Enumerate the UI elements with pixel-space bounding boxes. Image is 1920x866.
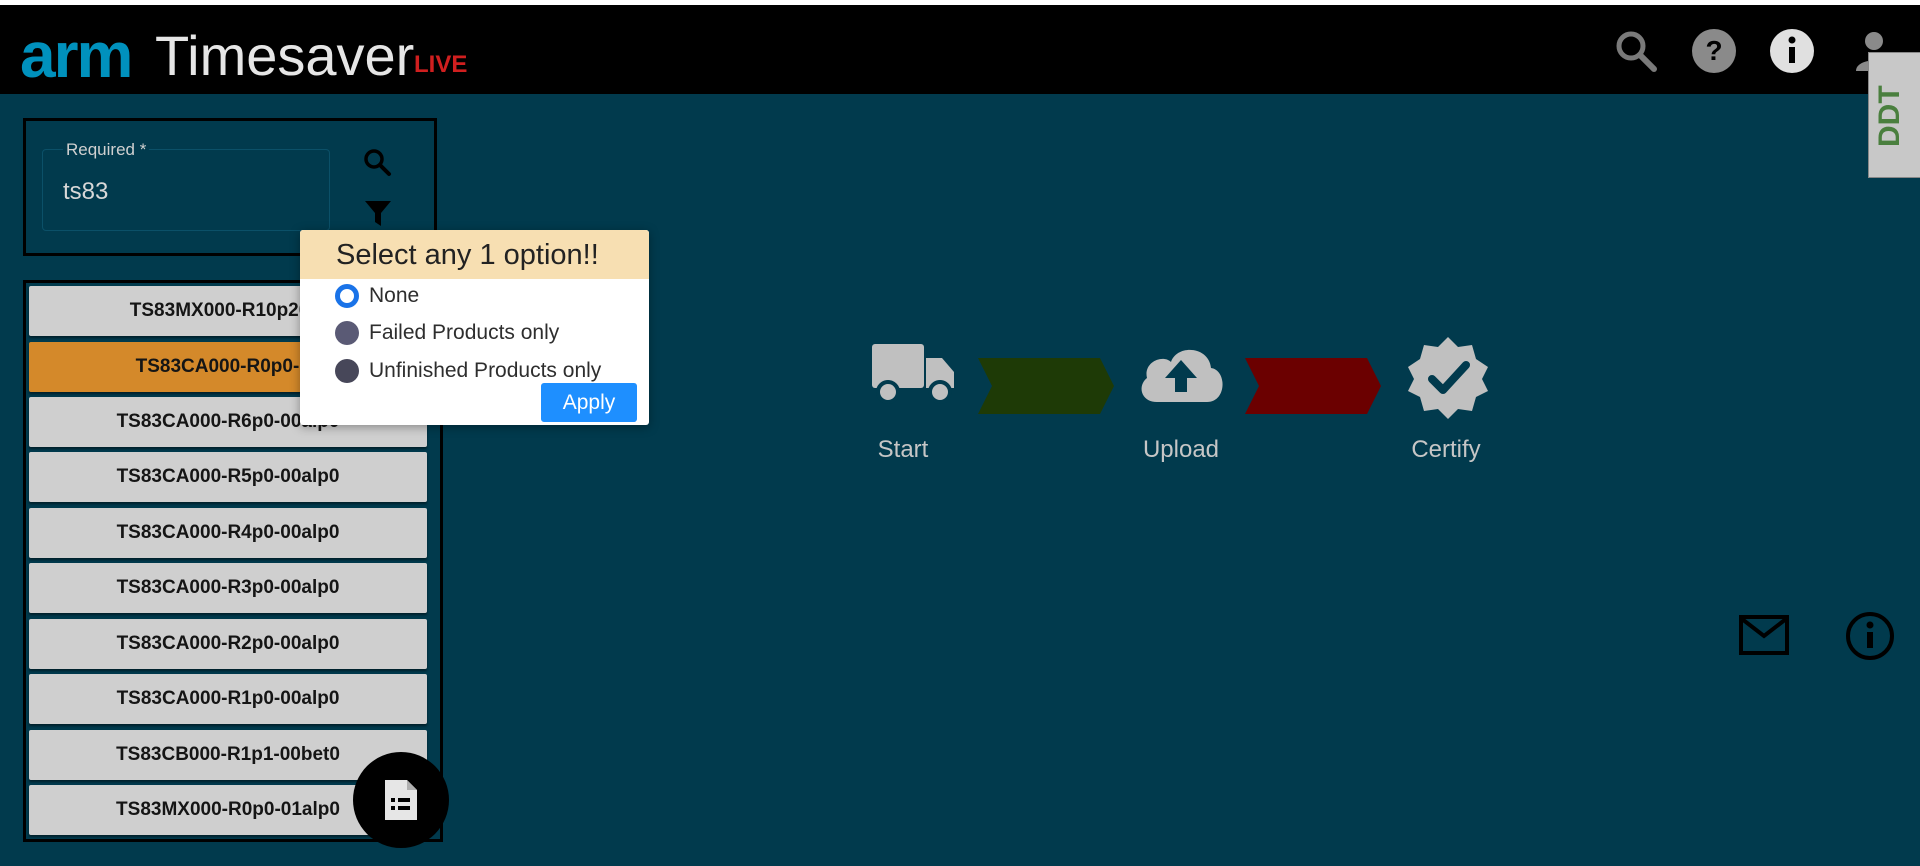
radio-label: Failed Products only [369,321,560,344]
radio-button[interactable] [335,321,359,345]
connector-arrow-green [978,358,1114,414]
product-list-item[interactable]: TS83CA000-R1p0-00alp0 [29,674,427,724]
report-fab-button[interactable] [353,752,449,848]
radio-label: Unfinished Products only [369,359,602,382]
product-list-item[interactable]: TS83CA000-R2p0-00alp0 [29,619,427,669]
info-outline-icon[interactable] [1844,610,1896,662]
ddt-extension-badge[interactable]: DDT [1868,52,1920,178]
product-list-item[interactable]: TS83CA000-R5p0-00alp0 [29,452,427,502]
search-icon[interactable] [1612,27,1660,75]
radio-button[interactable] [335,359,359,383]
cloud-upload-icon [1141,349,1223,402]
truck-icon [872,344,954,404]
required-input-field[interactable]: Required * ts83 [42,140,330,231]
ddt-badge-label: DDT [1873,85,1906,147]
apply-button[interactable]: Apply [541,383,637,422]
required-input-value[interactable]: ts83 [63,178,108,206]
help-icon[interactable]: ? [1690,27,1738,75]
search-icon[interactable] [361,146,393,178]
info-icon[interactable] [1768,27,1816,75]
step-label-upload: Upload [1142,436,1220,463]
arm-logo[interactable]: arm [20,15,133,95]
app-header: arm Timesaver LIVE ? [0,5,1920,94]
step-label-start: Start [877,436,929,463]
svg-text:?: ? [1705,35,1722,66]
radio-button-checked[interactable] [335,284,359,308]
filter-options-popup: Select any 1 option!! None Failed Produc… [300,230,649,425]
connector-arrow-red [1245,358,1381,414]
filter-icon[interactable] [364,199,392,229]
radio-label: None [369,284,420,307]
step-label-certify: Certify [1411,436,1481,463]
certified-badge-icon [1408,337,1488,419]
document-icon [385,780,417,820]
required-label: Required * [63,140,150,160]
app-title: Timesaver [155,24,415,87]
product-list-item[interactable]: TS83CA000-R4p0-00alp0 [29,508,427,558]
mail-icon[interactable] [1738,614,1790,656]
live-badge: LIVE [414,51,468,78]
product-list-item[interactable]: TS83CA000-R3p0-00alp0 [29,563,427,613]
popup-title: Select any 1 option!! [300,230,649,279]
